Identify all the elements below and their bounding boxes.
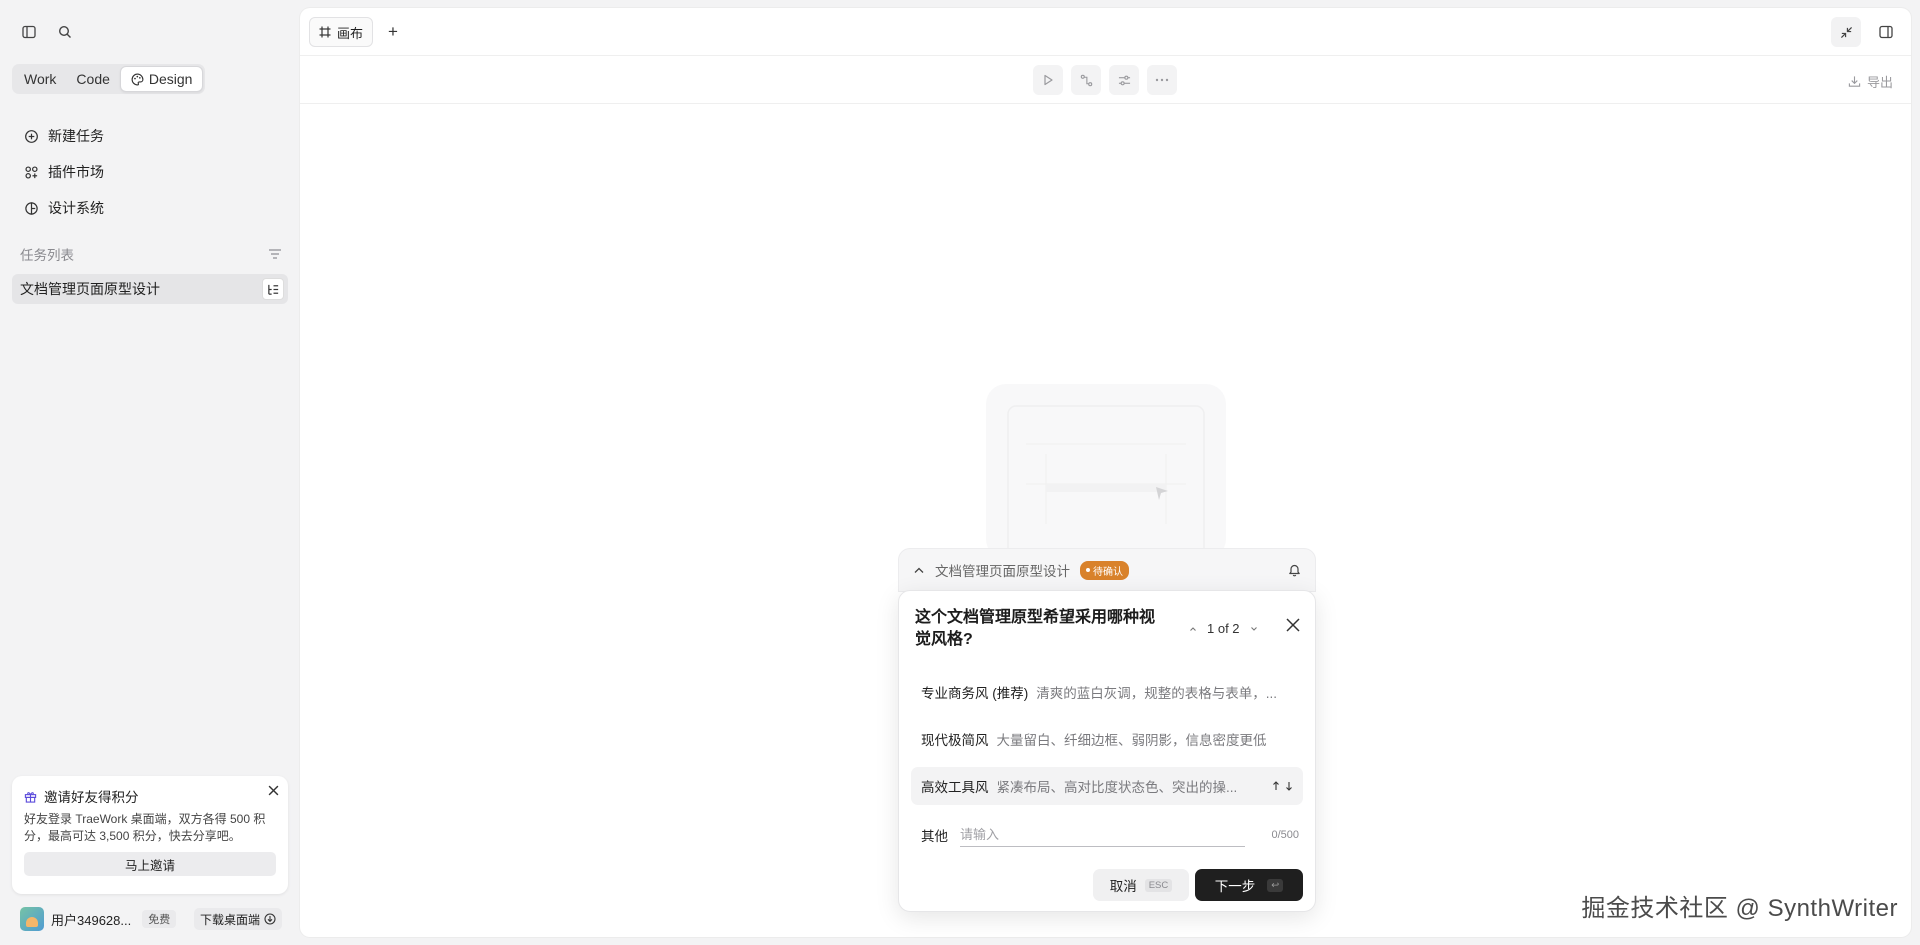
next-button[interactable]: 下一步 ↩ [1195,869,1303,901]
question-dialog: 这个文档管理原型希望采用哪种视觉风格? 1 of 2 专业商务风 (推荐) 清爽… [898,590,1316,912]
sidebar-item-design-system[interactable]: 设计系统 [12,190,288,226]
mode-tab-label: Code [76,71,110,87]
invite-card: 邀请好友得积分 好友登录 TraeWork 桌面端，双方各得 500 积分，最高… [12,776,288,894]
frame-icon [319,26,331,38]
task-list-title: 任务列表 [20,248,74,263]
plan-badge: 免费 [142,910,177,928]
other-option-row: 其他 0/500 [921,821,1299,849]
question-panel-title: 文档管理页面原型设计 [935,564,1070,579]
sidebar-item-label: 新建任务 [48,128,104,144]
play-icon[interactable] [1033,65,1063,95]
option-name: 现代极简风 [921,733,989,748]
canvas-toolbar: 导出 [300,56,1911,104]
add-tab-icon[interactable]: + [384,23,402,41]
other-input[interactable] [960,823,1245,847]
next-label: 下一步 [1214,879,1256,894]
esc-key-hint: ESC [1144,878,1173,892]
option-minimal[interactable]: 现代极简风 大量留白、纤细边框、弱阴影，信息密度更低 [911,720,1303,758]
option-desc: 紧凑布局、高对比度状态色、突出的操... [996,780,1238,795]
close-icon[interactable] [268,785,279,796]
sidebar-item-new-task[interactable]: 新建任务 [12,118,288,154]
sidebar-item-label: 设计系统 [48,200,104,216]
invite-title-row: 邀请好友得积分 [24,786,276,806]
other-label: 其他 [921,829,948,844]
question-panel-header: 文档管理页面原型设计 待确认 [898,548,1316,592]
mode-tab-code[interactable]: Code [66,66,119,92]
export-label: 导出 [1866,75,1893,90]
pager-text: 1 of 2 [1207,621,1240,636]
search-icon[interactable] [56,23,74,41]
mode-tab-label: Design [148,71,193,87]
palette-icon [131,73,144,86]
more-icon[interactable] [1147,65,1177,95]
export-button[interactable]: 导出 [1848,72,1893,91]
plugin-market-icon [23,164,39,180]
window-controls [1831,17,1901,47]
question-pager: 1 of 2 [1189,621,1258,636]
canvas-tools [1033,65,1177,95]
task-item-label: 文档管理页面原型设计 [20,281,160,297]
task-list-header: 任务列表 [20,244,282,264]
option-name: 高效工具风 [921,780,989,795]
mode-switch: Work Code Design [12,64,206,94]
download-icon [264,913,276,925]
task-item[interactable]: 文档管理页面原型设计 [12,274,288,304]
arrow-up-icon [1272,781,1280,791]
avatar[interactable] [20,907,44,931]
task-list-icon[interactable] [262,278,284,300]
chevron-up-small-icon[interactable] [1189,626,1197,632]
collapse-icon[interactable] [1831,17,1861,47]
invite-now-button[interactable]: 马上邀请 [24,852,276,876]
design-system-icon [23,200,39,216]
mode-tab-work[interactable]: Work [14,66,66,92]
canvas-placeholder-illustration [986,384,1226,559]
chevron-up-icon[interactable] [913,566,925,574]
option-desc: 清爽的蓝白灰调，规整的表格与表单，... [1036,686,1278,701]
download-label: 下载桌面端 [199,912,260,927]
tab-canvas[interactable]: 画布 [309,17,374,47]
option-professional[interactable]: 专业商务风 (推荐) 清爽的蓝白灰调，规整的表格与表单，... [911,673,1303,711]
invite-body: 好友登录 TraeWork 桌面端，双方各得 500 积分，最高可达 3,500… [24,812,266,843]
connector-icon[interactable] [1071,65,1101,95]
adjust-icon[interactable] [1109,65,1139,95]
status-badge: 待确认 [1080,560,1129,580]
user-name[interactable]: 用户349628... [51,910,131,929]
mode-tab-label: Work [24,71,57,87]
option-efficient[interactable]: 高效工具风 紧凑布局、高对比度状态色、突出的操... [911,767,1303,805]
cancel-label: 取消 [1109,879,1137,894]
option-desc: 大量留白、纤细边框、弱阴影，信息密度更低 [996,733,1267,748]
sidebar: Work Code Design 新建任务 插件市场 设计系统 任务列表 文档管… [0,0,300,945]
bell-icon[interactable] [1288,563,1301,577]
chevron-down-small-icon[interactable] [1250,626,1258,632]
enter-key-hint: ↩ [1267,878,1284,892]
watermark: 掘金技术社区 @ SynthWriter [1581,895,1898,922]
arrow-down-icon [1285,781,1293,791]
tab-label: 画布 [337,25,364,41]
new-task-icon [23,128,39,144]
right-panel-toggle-icon[interactable] [1871,17,1901,47]
close-icon[interactable] [1285,617,1301,633]
invite-title: 邀请好友得积分 [44,790,139,805]
mode-tab-design[interactable]: Design [119,66,204,92]
export-icon [1848,75,1861,88]
gift-icon [24,790,37,803]
download-desktop-button[interactable]: 下载桌面端 [193,908,282,930]
sidebar-nav: 新建任务 插件市场 设计系统 [12,118,288,226]
filter-icon[interactable] [268,248,282,260]
question-title: 这个文档管理原型希望采用哪种视觉风格? [915,609,1156,648]
char-count: 0/500 [1271,829,1299,841]
sidebar-top-actions [20,23,74,41]
option-name: 专业商务风 (推荐) [921,686,1029,701]
tab-bar: 画布 + [300,8,1911,56]
cancel-button[interactable]: 取消 ESC [1093,869,1189,901]
keyboard-nav-hint [1272,781,1293,791]
user-bar: 用户349628... 免费 下载桌面端 [20,906,282,932]
sidebar-item-plugin-market[interactable]: 插件市场 [12,154,288,190]
sidebar-toggle-icon[interactable] [20,23,38,41]
sidebar-item-label: 插件市场 [48,164,104,180]
